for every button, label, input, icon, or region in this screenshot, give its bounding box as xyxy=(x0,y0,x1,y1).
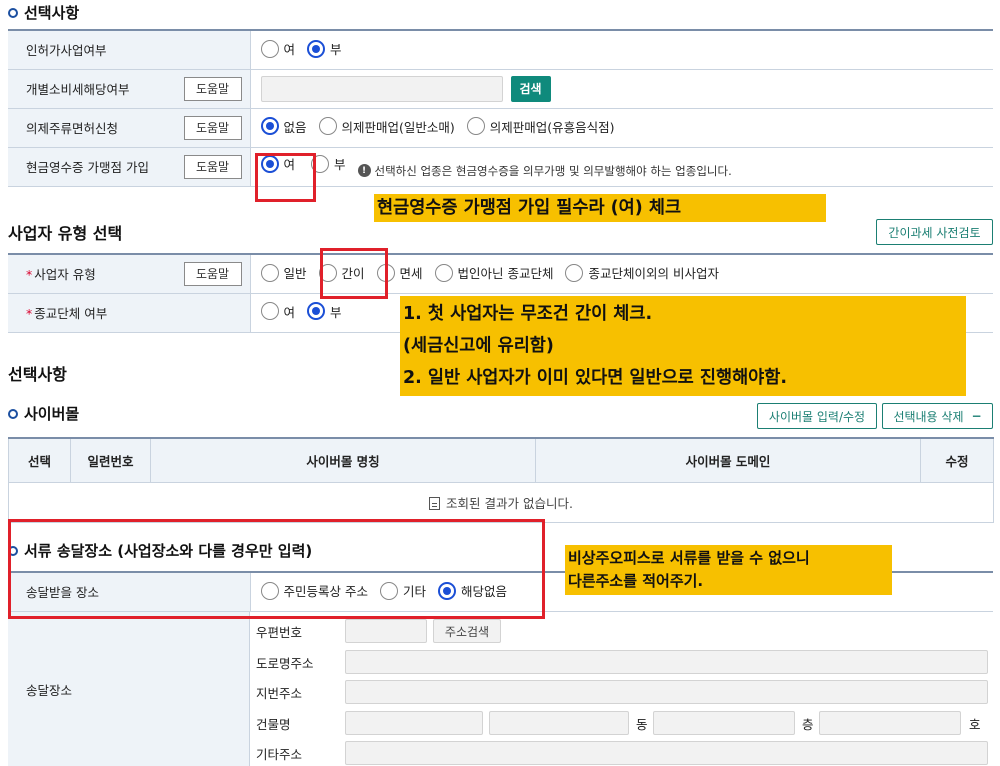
row-cash-receipt: 현금영수증 가맹점 가입 도움말 여 부 ! 선택하신 업종은 현금영수증을 의무… xyxy=(8,146,993,187)
document-icon xyxy=(429,496,441,510)
dong-input[interactable] xyxy=(653,711,795,735)
required-mark: * xyxy=(26,267,33,283)
highlight-delivery-place xyxy=(8,519,545,619)
label-ho: 호 xyxy=(969,716,981,732)
circle-bullet-icon xyxy=(8,408,18,419)
info-icon: ! xyxy=(357,164,371,178)
label-building: 건물명 xyxy=(256,716,291,732)
label-other-address: 기타주소 xyxy=(256,746,303,762)
radio-religious-yes[interactable]: 여 xyxy=(260,302,295,321)
label-liquor-license: 의제주류면허신청 xyxy=(26,121,119,136)
row-liquor-license: 의제주류면허신청 도움말 없음 의제판매업(일반소매) 의제판매업(유흥음식점) xyxy=(8,107,993,148)
help-button-liquor[interactable]: 도움말 xyxy=(183,115,242,140)
help-button-excise[interactable]: 도움말 xyxy=(183,76,242,101)
delivery-address-block: 송달장소 우편번호 주소검색 도로명주소 지번주소 건물명 동 층 호 기타주소 xyxy=(8,611,993,766)
radio-license-yes[interactable]: 여 xyxy=(260,39,295,58)
label-excise-tax: 개별소비세해당여부 xyxy=(26,82,130,97)
optional-form-table: 인허가사업여부 여 부 개별소비세해당여부 도움말 검색 의제주류면허신청 도움… xyxy=(8,29,993,187)
label-business-type: 사업자 유형 xyxy=(34,267,96,283)
label-license-business: 인허가사업여부 xyxy=(8,29,251,70)
postcode-input[interactable] xyxy=(345,619,427,643)
highlight-simplified-type xyxy=(320,248,388,299)
circle-bullet-icon xyxy=(8,7,18,18)
section-title-optional-2: 선택사항 xyxy=(8,365,67,384)
label-delivery-address: 송달장소 xyxy=(8,612,250,766)
empty-result-row: 조회된 결과가 없습니다. xyxy=(8,481,994,523)
col-mall-domain: 사이버몰 도메인 xyxy=(535,437,921,483)
address-search-button[interactable]: 주소검색 xyxy=(433,619,501,643)
building-input-2[interactable] xyxy=(489,711,629,735)
cybermall-table: 선택 일련번호 사이버몰 명칭 사이버몰 도메인 수정 조회된 결과가 없습니다… xyxy=(8,437,994,523)
help-button-cash-receipt[interactable]: 도움말 xyxy=(183,154,242,179)
radio-type-religious[interactable]: 법인아닌 종교단체 xyxy=(434,263,553,282)
radio-liquor-retail[interactable]: 의제판매업(일반소매) xyxy=(318,117,455,136)
col-serial: 일련번호 xyxy=(70,437,151,483)
minus-icon: − xyxy=(971,409,982,423)
search-button[interactable]: 검색 xyxy=(510,75,551,102)
building-input[interactable] xyxy=(345,711,483,735)
col-edit: 수정 xyxy=(920,437,994,483)
road-address-input[interactable] xyxy=(345,650,988,674)
label-postcode: 우편번호 xyxy=(256,624,303,640)
radio-license-no[interactable]: 부 xyxy=(307,39,342,58)
simplified-tax-precheck-button[interactable]: 간이과세 사전검토 xyxy=(876,219,993,245)
label-floor: 층 xyxy=(802,716,814,732)
radio-cash-receipt-no[interactable]: 부 xyxy=(311,154,346,173)
annotation-business-type: 1. 첫 사업자는 무조건 간이 체크. (세금신고에 유리함) 2. 일반 사… xyxy=(400,296,966,396)
label-cash-receipt: 현금영수증 가맹점 가입 xyxy=(26,160,149,175)
section-title-business-type: 사업자 유형 선택 xyxy=(8,224,123,243)
radio-liquor-entertainment[interactable]: 의제판매업(유흥음식점) xyxy=(466,117,615,136)
label-religious-group: 종교단체 여부 xyxy=(34,306,108,321)
delete-selected-button[interactable]: 선택내용 삭제 − xyxy=(882,403,993,429)
excise-tax-input[interactable] xyxy=(260,75,503,102)
radio-religious-no[interactable]: 부 xyxy=(307,302,342,321)
section-title-optional: 선택사항 xyxy=(8,2,79,23)
cybermall-edit-button[interactable]: 사이버몰 입력/수정 xyxy=(757,403,877,429)
annotation-cash-receipt: 현금영수증 가맹점 가입 필수라 (여) 체크 xyxy=(374,194,826,222)
highlight-cash-receipt-yes xyxy=(255,153,316,202)
radio-type-general[interactable]: 일반 xyxy=(260,263,307,282)
row-license-business: 인허가사업여부 여 부 xyxy=(8,29,993,70)
help-button-business-type[interactable]: 도움말 xyxy=(183,261,242,286)
radio-liquor-none[interactable]: 없음 xyxy=(260,117,307,136)
label-lot-address: 지번주소 xyxy=(256,685,303,701)
col-mall-name: 사이버몰 명칭 xyxy=(150,437,536,483)
label-dong: 동 xyxy=(636,716,648,732)
col-select: 선택 xyxy=(8,437,71,483)
radio-type-non-business[interactable]: 종교단체이외의 비사업자 xyxy=(565,263,719,282)
row-excise-tax: 개별소비세해당여부 도움말 검색 xyxy=(8,68,993,109)
lot-address-input[interactable] xyxy=(345,680,988,704)
cybermall-title: 사이버몰 xyxy=(8,403,79,424)
required-mark: * xyxy=(26,306,33,321)
floor-input[interactable] xyxy=(819,711,961,735)
row-business-type: * 사업자 유형 도움말 일반 간이 면세 법인아닌 종교단체 종교단체이외의 비… xyxy=(8,253,993,294)
cash-receipt-info: 선택하신 업종은 현금영수증을 의무가맹 및 의무발행해야 하는 업종입니다. xyxy=(374,163,732,178)
annotation-delivery: 비상주오피스로 서류를 받을 수 없으니 다른주소를 적어주기. xyxy=(565,545,892,595)
label-road-address: 도로명주소 xyxy=(256,655,314,671)
other-address-input[interactable] xyxy=(345,741,988,765)
